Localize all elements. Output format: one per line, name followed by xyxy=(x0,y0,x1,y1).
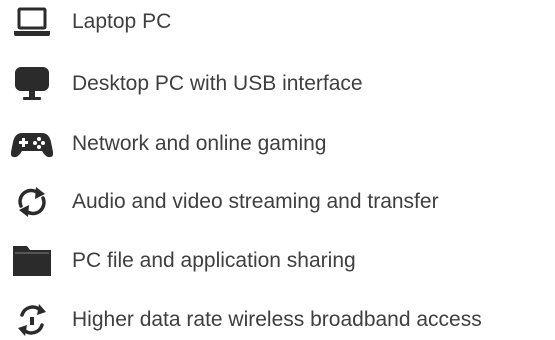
list-item-wireless-broadband: Higher data rate wireless broadband acce… xyxy=(0,300,555,340)
desktop-monitor-icon xyxy=(10,64,54,104)
wireless-refresh-icon xyxy=(10,300,54,340)
feature-label: PC file and application sharing xyxy=(72,249,356,272)
feature-label: Higher data rate wireless broadband acce… xyxy=(72,308,482,331)
feature-label: Audio and video streaming and transfer xyxy=(72,190,439,213)
gamepad-icon xyxy=(10,124,54,164)
laptop-icon xyxy=(10,2,54,42)
sync-arrows-icon xyxy=(10,182,54,222)
list-item-file-sharing: PC file and application sharing xyxy=(0,241,555,281)
list-item-streaming: Audio and video streaming and transfer xyxy=(0,182,555,222)
list-item-desktop: Desktop PC with USB interface xyxy=(0,64,555,104)
feature-label: Desktop PC with USB interface xyxy=(72,72,363,95)
list-item-laptop: Laptop PC xyxy=(0,2,555,42)
list-item-gaming: Network and online gaming xyxy=(0,124,555,164)
feature-label: Laptop PC xyxy=(72,10,172,33)
folder-icon xyxy=(10,241,54,281)
feature-list: Laptop PC Desktop PC with USB interface xyxy=(0,0,555,336)
feature-label: Network and online gaming xyxy=(72,132,327,155)
